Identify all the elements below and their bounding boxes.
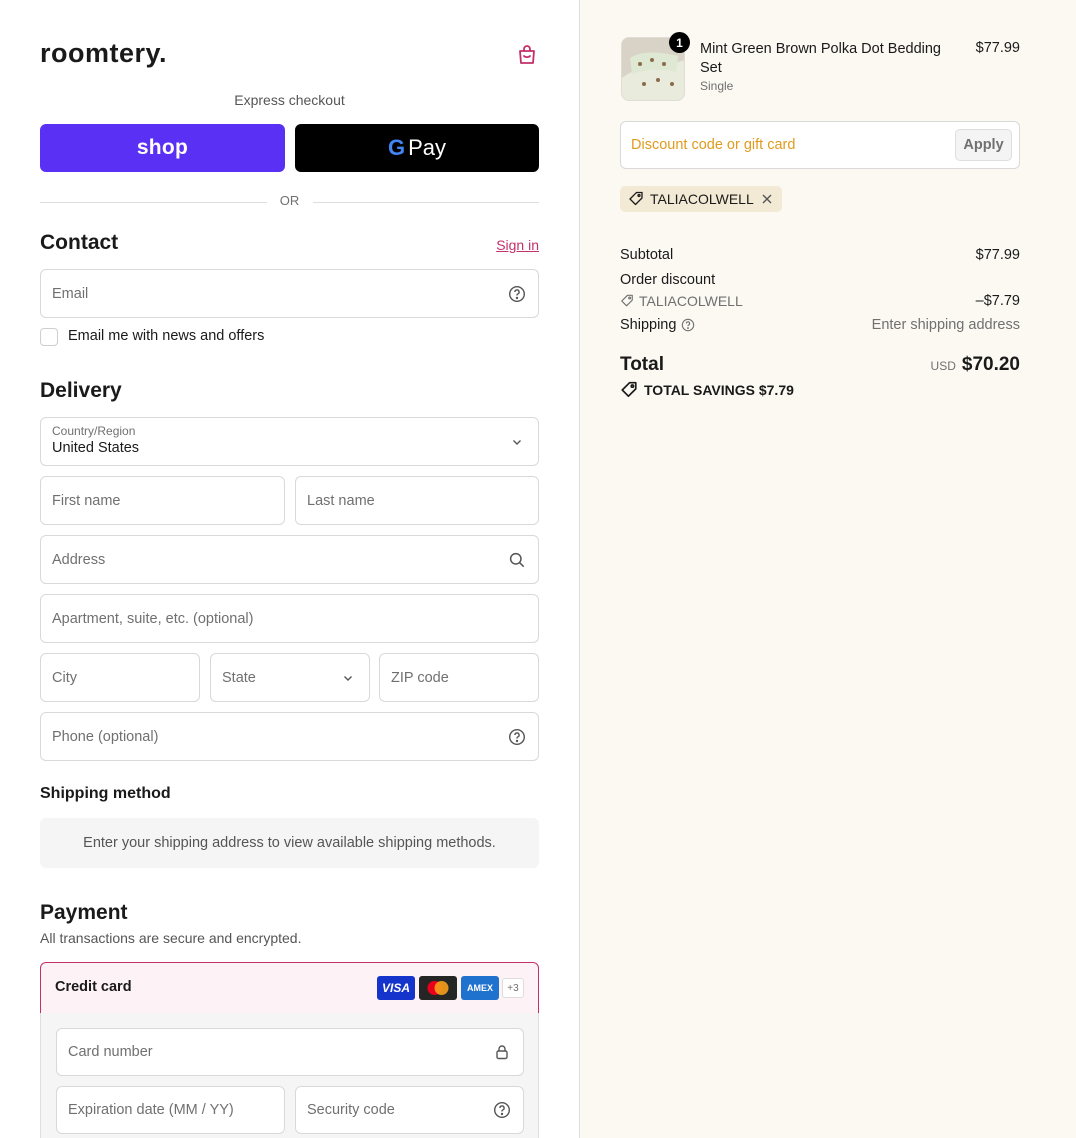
newsletter-label: Email me with news and offers: [68, 328, 265, 344]
applied-discount-chip: TALIACOLWELL: [620, 186, 782, 212]
sign-in-link[interactable]: Sign in: [470, 237, 539, 253]
expiration-placeholder: Expiration date (MM / YY): [68, 1102, 234, 1118]
discount-code-line: TALIACOLWELL: [620, 293, 743, 309]
tag-icon: [629, 191, 643, 206]
google-pay-button[interactable]: G Pay: [295, 124, 539, 172]
help-icon[interactable]: [508, 728, 526, 746]
google-pay-label: Pay: [408, 135, 447, 160]
country-select[interactable]: Country/Region United States: [40, 417, 539, 466]
last-name-placeholder: Last name: [307, 492, 375, 509]
help-icon[interactable]: [508, 285, 526, 303]
credit-card-label: Credit card: [55, 979, 132, 995]
contact-title: Contact: [40, 231, 119, 254]
shipping-method-message: Enter your shipping address to view avai…: [40, 818, 539, 868]
express-checkout-label: Express checkout: [234, 92, 345, 108]
address-field[interactable]: Address: [40, 535, 539, 584]
zip-placeholder: ZIP code: [391, 669, 449, 686]
currency-code: USD: [930, 359, 956, 373]
product-price: $77.99: [975, 40, 1020, 56]
checkout-form-column: roomtery. Express checkout shop G Pay OR…: [0, 0, 580, 1138]
chevron-down-icon: [344, 675, 352, 681]
state-placeholder: State: [222, 669, 256, 686]
address-placeholder: Address: [52, 551, 106, 568]
email-placeholder: Email: [52, 285, 89, 302]
phone-placeholder: Phone (optional): [52, 728, 159, 745]
total-savings: TOTAL SAVINGS $7.79: [620, 381, 794, 399]
help-icon[interactable]: [493, 1101, 511, 1119]
city-placeholder: City: [52, 669, 77, 686]
search-icon: [509, 552, 525, 567]
card-number-field[interactable]: Card number: [56, 1028, 524, 1076]
email-field[interactable]: Email: [40, 269, 539, 318]
brand-logo[interactable]: roomtery.: [40, 38, 167, 69]
tag-icon: [621, 381, 637, 398]
total-amount: USD $70.20: [820, 354, 1020, 376]
phone-field[interactable]: Phone (optional): [40, 712, 539, 761]
first-name-placeholder: First name: [52, 492, 121, 509]
tag-icon: [621, 294, 633, 307]
discount-placeholder: Discount code or gift card: [631, 137, 796, 153]
first-name-field[interactable]: First name: [40, 476, 285, 525]
zip-field[interactable]: ZIP code: [379, 653, 539, 702]
order-discount-label: Order discount: [620, 272, 716, 288]
lock-icon: [496, 1045, 508, 1060]
credit-card-form: Card number Expiration date (MM / YY) Se…: [40, 1013, 539, 1138]
more-brands-badge: +3: [502, 978, 524, 998]
expiration-field[interactable]: Expiration date (MM / YY): [56, 1086, 285, 1134]
apartment-placeholder: Apartment, suite, etc. (optional): [52, 610, 254, 627]
total-label: Total: [620, 354, 664, 375]
newsletter-checkbox[interactable]: [40, 328, 58, 346]
subtotal-value: $77.99: [975, 247, 1020, 263]
card-number-placeholder: Card number: [68, 1044, 153, 1060]
google-g-icon: G: [387, 135, 406, 160]
chevron-down-icon: [513, 439, 521, 445]
discount-code-text: TALIACOLWELL: [639, 293, 743, 309]
total-value: $70.20: [961, 354, 1020, 375]
security-code-field[interactable]: Security code: [295, 1086, 524, 1134]
last-name-field[interactable]: Last name: [295, 476, 539, 525]
state-select[interactable]: State: [210, 653, 370, 702]
payment-subtitle: All transactions are secure and encrypte…: [40, 930, 302, 946]
shipping-method-title: Shipping method: [40, 785, 171, 802]
shop-pay-button[interactable]: shop: [40, 124, 285, 172]
discount-value: –$7.79: [975, 293, 1020, 309]
product-variant: Single: [700, 79, 734, 93]
apply-discount-button[interactable]: Apply: [955, 129, 1012, 161]
subtotal-label: Subtotal: [620, 247, 674, 263]
total-savings-text: TOTAL SAVINGS $7.79: [644, 382, 794, 398]
mastercard-icon: [419, 976, 457, 1000]
shipping-label: Shipping: [620, 317, 677, 333]
applied-code-text: TALIACOLWELL: [650, 191, 754, 207]
security-code-placeholder: Security code: [307, 1102, 395, 1118]
visa-icon: VISA: [377, 976, 415, 1000]
shopping-bag-icon[interactable]: [515, 43, 539, 67]
credit-card-option[interactable]: Credit card VISA AMEX +3: [40, 962, 539, 1014]
product-name: Mint Green Brown Polka Dot Bedding Set: [700, 41, 941, 76]
close-icon[interactable]: [760, 192, 774, 206]
delivery-title: Delivery: [40, 379, 122, 402]
apartment-field[interactable]: Apartment, suite, etc. (optional): [40, 594, 539, 643]
country-value: United States: [52, 440, 140, 456]
city-field[interactable]: City: [40, 653, 200, 702]
or-label: OR: [279, 193, 300, 208]
quantity-badge: 1: [669, 32, 690, 53]
amex-icon: AMEX: [461, 976, 499, 1000]
shipping-value: Enter shipping address: [871, 317, 1020, 333]
payment-title: Payment: [40, 901, 128, 924]
country-label: Country/Region: [52, 424, 136, 438]
order-summary-column: [580, 0, 1076, 1138]
help-icon[interactable]: [681, 318, 695, 332]
or-divider: OR: [40, 192, 539, 212]
shipping-row-label: Shipping: [620, 317, 695, 333]
